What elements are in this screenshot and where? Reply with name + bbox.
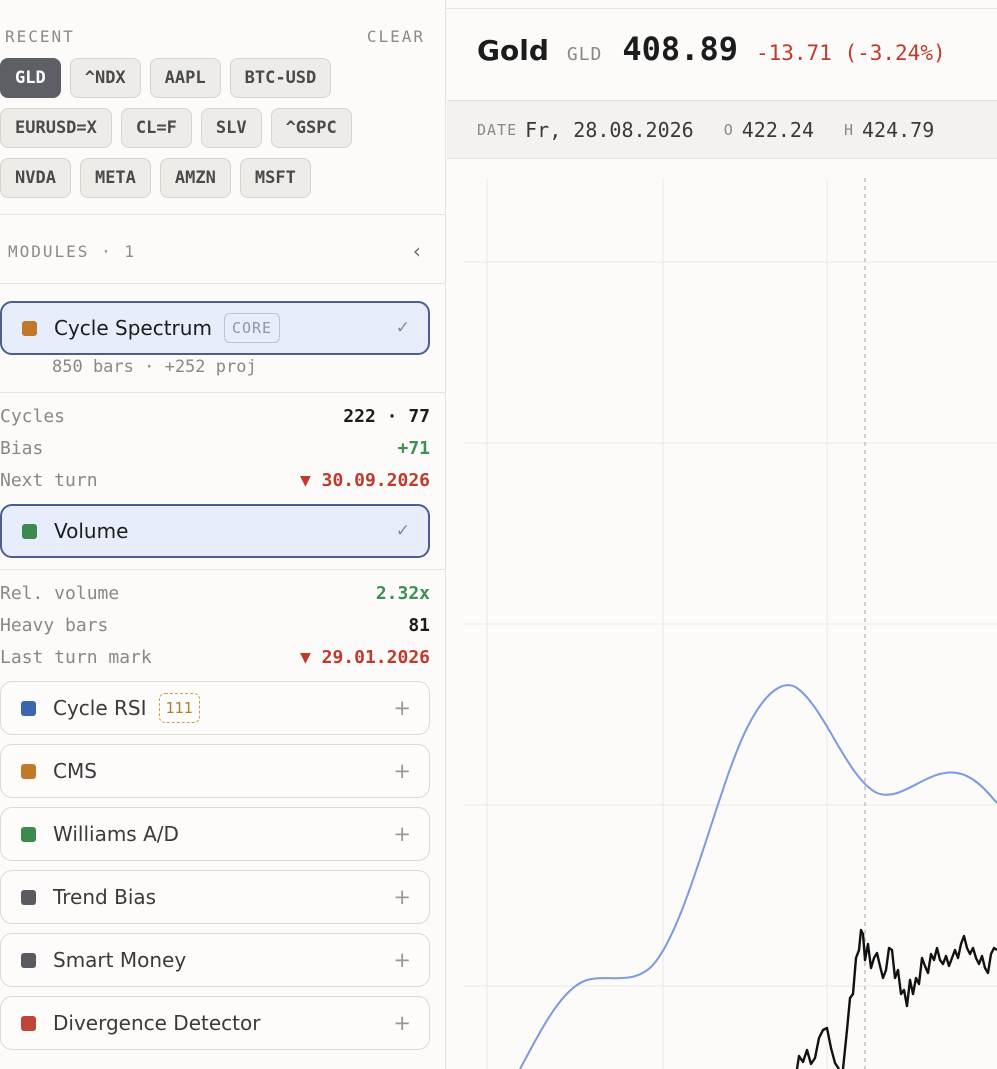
module-name: Williams A/D [53, 822, 179, 846]
stat-value: +71 [397, 438, 430, 459]
module-color-swatch [21, 1015, 36, 1031]
modules-header: MODULES · 1 ‹ [8, 239, 423, 263]
high-label: H [843, 120, 855, 139]
price-chart[interactable] [447, 158, 997, 1069]
module-color-swatch [21, 952, 36, 968]
price-change: -13.71 (-3.24%) [755, 41, 946, 65]
chip-nvda[interactable]: NVDA [0, 158, 71, 198]
chip-msft[interactable]: MSFT [239, 158, 311, 198]
chip-slv[interactable]: SLV [200, 108, 262, 148]
stat-value: ▼ 29.01.2026 [299, 647, 430, 668]
add-icon[interactable]: + [393, 885, 411, 909]
stat-value: 222 · 77 [343, 406, 430, 427]
module-name: Cycle Spectrum [54, 316, 212, 340]
core-badge: CORE [223, 313, 281, 343]
modules-label: MODULES · 1 [8, 241, 136, 261]
symbol-ticker: GLD [566, 44, 603, 65]
module-color-swatch [21, 700, 36, 716]
main-panel: Gold GLD 408.89 -13.71 (-3.24%) DATE Fr,… [447, 0, 997, 1069]
module-cms[interactable]: CMS + [0, 744, 430, 798]
stat-label: Next turn [0, 470, 98, 491]
recent-label: RECENT [5, 27, 75, 46]
stat-value: 2.32x [375, 583, 430, 604]
module-name: Smart Money [53, 948, 187, 972]
clear-recent-button[interactable]: CLEAR [367, 27, 425, 46]
last-price: 408.89 [622, 30, 738, 68]
stat-label: Cycles [0, 406, 66, 427]
chip-gld[interactable]: GLD [0, 58, 61, 98]
chart-grid [463, 178, 997, 1069]
module-name: Volume [54, 519, 129, 543]
stat-heavy-bars: Heavy bars 81 [0, 615, 430, 636]
date-label: DATE [477, 120, 518, 139]
open-value: 422.24 [741, 117, 814, 142]
chip-meta[interactable]: META [79, 158, 151, 198]
divider [0, 569, 445, 570]
module-color-swatch [21, 763, 36, 779]
add-icon[interactable]: + [393, 1011, 411, 1035]
stat-next-turn: Next turn ▼ 30.09.2026 [0, 470, 430, 491]
stat-label: Rel. volume [0, 583, 120, 604]
module-name: Cycle RSI [53, 696, 147, 720]
divider [0, 392, 445, 393]
module-cycle-spectrum[interactable]: Cycle Spectrum CORE ✓ [0, 301, 430, 355]
module-color-swatch [21, 826, 36, 842]
module-name: Divergence Detector [53, 1011, 261, 1035]
ohlc-info-bar: DATE Fr, 28.08.2026 O 422.24 H 424.79 [447, 100, 997, 159]
add-icon[interactable]: + [393, 759, 411, 783]
module-smart-money[interactable]: Smart Money + [0, 933, 430, 987]
module-cycle-rsi[interactable]: Cycle RSI 111 + [0, 681, 430, 735]
module-subline: 850 bars · +252 proj [52, 357, 257, 377]
chip-amzn[interactable]: AMZN [159, 158, 231, 198]
module-trend-bias[interactable]: Trend Bias + [0, 870, 430, 924]
module-williams-ad[interactable]: Williams A/D + [0, 807, 430, 861]
chip-ndx[interactable]: ^NDX [69, 58, 141, 98]
stat-value: 81 [408, 615, 430, 636]
module-count-badge: 111 [158, 693, 200, 723]
cycle-projection-line [519, 684, 997, 1069]
check-icon[interactable]: ✓ [396, 318, 410, 338]
sidebar: RECENT CLEAR GLD ^NDX AAPL BTC-USD EURUS… [0, 0, 446, 1069]
chip-eurusd[interactable]: EURUSD=X [0, 108, 112, 148]
high-value: 424.79 [862, 117, 935, 142]
chip-row: EURUSD=X CL=F SLV ^GSPC [0, 108, 440, 148]
stat-cycles: Cycles 222 · 77 [0, 406, 430, 427]
stat-rel-volume: Rel. volume 2.32x [0, 583, 430, 604]
symbol-name: Gold [477, 34, 549, 67]
add-icon[interactable]: + [393, 948, 411, 972]
chip-gspc[interactable]: ^GSPC [270, 108, 352, 148]
stat-label: Last turn mark [0, 647, 152, 668]
check-icon[interactable]: ✓ [396, 521, 410, 541]
date-value: Fr, 28.08.2026 [525, 117, 694, 142]
stat-value: ▼ 30.09.2026 [299, 470, 430, 491]
divider [0, 283, 445, 284]
module-color-swatch [22, 523, 37, 539]
module-color-swatch [22, 320, 37, 336]
chip-btc-usd[interactable]: BTC-USD [229, 58, 332, 98]
module-color-swatch [21, 889, 36, 905]
symbol-header: Gold GLD 408.89 -13.71 (-3.24%) [477, 30, 946, 86]
stat-label: Heavy bars [0, 615, 109, 636]
module-name: Trend Bias [53, 885, 157, 909]
chip-cl[interactable]: CL=F [120, 108, 192, 148]
stat-last-turn-mark: Last turn mark ▼ 29.01.2026 [0, 647, 430, 668]
divider [0, 214, 445, 215]
chip-row: NVDA META AMZN MSFT [0, 158, 440, 198]
chip-aapl[interactable]: AAPL [149, 58, 221, 98]
add-icon[interactable]: + [393, 822, 411, 846]
stat-bias: Bias +71 [0, 438, 430, 459]
add-icon[interactable]: + [393, 696, 411, 720]
module-name: CMS [53, 759, 97, 783]
module-divergence-detector[interactable]: Divergence Detector + [0, 996, 430, 1050]
recent-chips: GLD ^NDX AAPL BTC-USD EURUSD=X CL=F SLV … [0, 58, 440, 208]
recent-header: RECENT CLEAR [5, 27, 425, 46]
chip-row: GLD ^NDX AAPL BTC-USD [0, 58, 440, 98]
collapse-chevron-icon[interactable]: ‹ [411, 239, 423, 263]
stat-label: Bias [0, 438, 44, 459]
module-volume[interactable]: Volume ✓ [0, 504, 430, 558]
open-label: O [723, 120, 734, 139]
